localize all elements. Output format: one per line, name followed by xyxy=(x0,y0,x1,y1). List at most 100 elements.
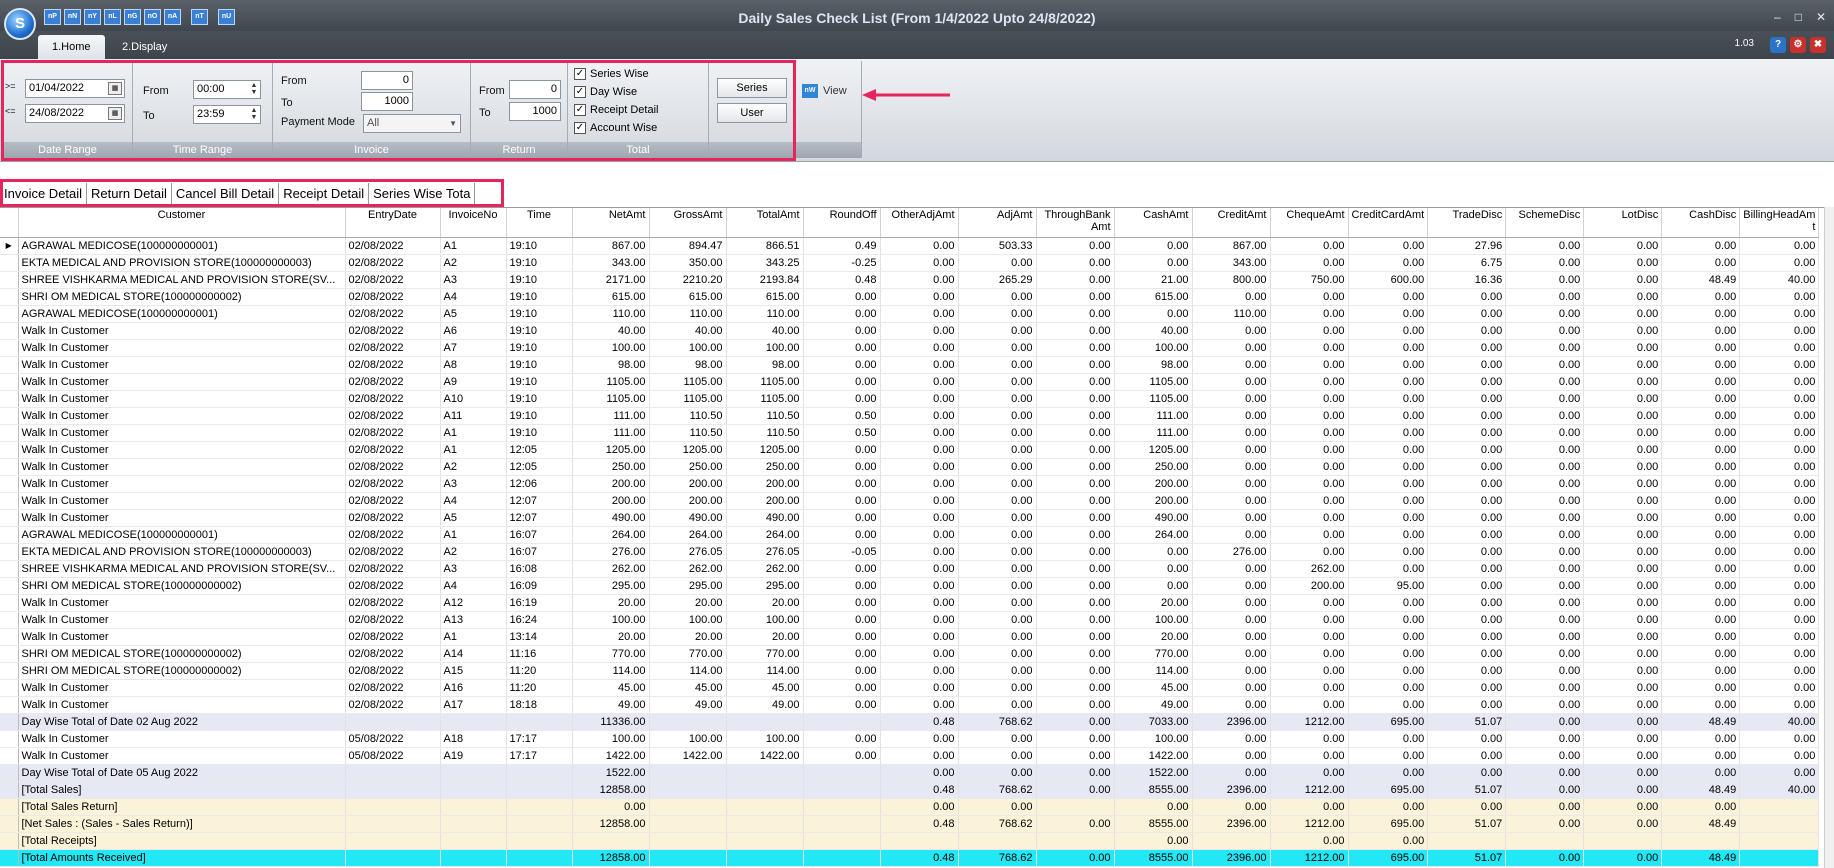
column-header[interactable]: EntryDate xyxy=(345,208,441,238)
column-header[interactable]: ChequeAmt xyxy=(1270,208,1349,238)
tab-display[interactable]: 2.Display xyxy=(108,35,181,59)
column-header[interactable]: SchemeDisc xyxy=(1505,208,1585,238)
table-row[interactable]: SHRI OM MEDICAL STORE(100000000002) 02/08… xyxy=(0,288,1820,306)
column-header[interactable]: CashAmt xyxy=(1114,208,1193,238)
row-indicator[interactable] xyxy=(0,458,19,476)
row-indicator[interactable] xyxy=(0,815,19,833)
row-indicator[interactable] xyxy=(0,543,19,561)
column-header[interactable]: CashDisc xyxy=(1661,208,1741,238)
date-to-field[interactable]: 24/08/2022 ▦ xyxy=(25,104,125,123)
total-row[interactable]: [Net Sales : (Sales - Sales Return)] 1285… xyxy=(0,815,1820,833)
table-row[interactable]: Walk In Customer 02/08/2022 A7 19:10 100.00 1… xyxy=(0,339,1820,357)
row-indicator[interactable] xyxy=(0,492,19,510)
row-indicator[interactable] xyxy=(0,305,19,323)
checkbox-account-wise[interactable]: ✓ Account Wise xyxy=(574,121,657,135)
spinner-icon[interactable]: ▲ ▼ xyxy=(249,82,259,97)
grid-tab-0[interactable]: Invoice Detail xyxy=(0,183,88,205)
row-indicator[interactable] xyxy=(0,628,19,646)
row-indicator[interactable]: ▶ xyxy=(0,237,19,255)
table-row[interactable]: Walk In Customer 02/08/2022 A2 12:05 250.00 2… xyxy=(0,458,1820,476)
table-row[interactable]: AGRAWAL MEDICOSE(100000000001) 02/08/2022… xyxy=(0,526,1820,544)
row-indicator[interactable] xyxy=(0,781,19,799)
checkbox-day-wise[interactable]: ✓ Day Wise xyxy=(574,85,637,99)
table-row[interactable]: AGRAWAL MEDICOSE(100000000001) 02/08/2022… xyxy=(0,305,1820,323)
grid-tab-4[interactable]: Series Wise Tota xyxy=(369,183,476,205)
column-header[interactable]: Customer xyxy=(18,208,346,238)
table-row[interactable]: Walk In Customer 02/08/2022 A3 12:06 200.00 2… xyxy=(0,475,1820,493)
table-row[interactable]: Walk In Customer 02/08/2022 A1 13:14 20.00 20… xyxy=(0,628,1820,646)
user-button[interactable]: User xyxy=(717,103,787,123)
invoice-from-field[interactable]: 0 xyxy=(361,71,413,90)
table-row[interactable]: Walk In Customer 02/08/2022 A12 16:19 20.00 2… xyxy=(0,594,1820,612)
payment-mode-select[interactable]: All ▼ xyxy=(363,114,461,133)
row-indicator[interactable] xyxy=(0,322,19,340)
row-indicator[interactable] xyxy=(0,645,19,663)
column-header[interactable]: NetAmt xyxy=(572,208,650,238)
row-indicator[interactable] xyxy=(0,713,19,731)
grid-tab-3[interactable]: Receipt Detail xyxy=(279,183,370,205)
table-row[interactable]: Walk In Customer 02/08/2022 A5 12:07 490.00 4… xyxy=(0,509,1820,527)
table-row[interactable]: Walk In Customer 02/08/2022 A10 19:10 1105.0… xyxy=(0,390,1820,408)
return-from-field[interactable]: 0 xyxy=(509,80,561,99)
table-row[interactable]: ▶ AGRAWAL MEDICOSE(100000000001) 02/08/202… xyxy=(0,237,1820,255)
invoice-to-field[interactable]: 1000 xyxy=(361,92,413,111)
table-row[interactable]: Walk In Customer 02/08/2022 A1 19:10 111.00 1… xyxy=(0,424,1820,442)
grand-total-row[interactable]: [Total Amounts Received] 12858.00 0.48 768.… xyxy=(0,849,1820,867)
total-row[interactable]: Day Wise Total of Date 05 Aug 2022 1522.0… xyxy=(0,764,1820,782)
row-indicator[interactable] xyxy=(0,679,19,697)
row-indicator[interactable] xyxy=(0,424,19,442)
exit-icon[interactable]: ✖ xyxy=(1810,37,1826,53)
row-indicator[interactable] xyxy=(0,730,19,748)
table-row[interactable]: Walk In Customer 02/08/2022 A6 19:10 40.00 40… xyxy=(0,322,1820,340)
total-row[interactable]: [Total Receipts] 0.00 0.00 0.00 xyxy=(0,832,1820,850)
time-from-field[interactable]: 00:00 ▲ ▼ xyxy=(193,80,261,99)
vertical-scrollbar[interactable] xyxy=(1824,207,1834,868)
table-row[interactable]: SHRI OM MEDICAL STORE(100000000002) 02/08… xyxy=(0,645,1820,663)
row-indicator[interactable] xyxy=(0,611,19,629)
column-header[interactable]: InvoiceNo xyxy=(440,208,507,238)
app-logo[interactable]: S xyxy=(4,8,36,40)
row-indicator[interactable] xyxy=(0,271,19,289)
close-button[interactable]: ✕ xyxy=(1816,10,1826,24)
row-indicator[interactable] xyxy=(0,696,19,714)
column-header[interactable]: TotalAmt xyxy=(726,208,804,238)
table-row[interactable]: SHREE VISHKARMA MEDICAL AND PROVISION ST… xyxy=(0,560,1820,578)
column-header[interactable]: BillingHeadAm t xyxy=(1739,208,1820,238)
row-indicator[interactable] xyxy=(0,390,19,408)
table-row[interactable]: Walk In Customer 02/08/2022 A16 11:20 45.00 4… xyxy=(0,679,1820,697)
row-indicator[interactable] xyxy=(0,526,19,544)
settings-icon[interactable]: ⚙ xyxy=(1790,37,1806,53)
time-to-field[interactable]: 23:59 ▲ ▼ xyxy=(193,105,261,124)
column-header[interactable]: GrossAmt xyxy=(649,208,727,238)
column-header[interactable]: TradeDisc xyxy=(1427,208,1507,238)
calendar-icon[interactable]: ▦ xyxy=(108,107,122,120)
row-indicator[interactable] xyxy=(0,356,19,374)
row-indicator[interactable] xyxy=(0,764,19,782)
table-row[interactable]: SHRI OM MEDICAL STORE(100000000002) 02/08… xyxy=(0,662,1820,680)
minimize-button[interactable]: – xyxy=(1774,10,1781,24)
column-header[interactable]: CreditCardAmt xyxy=(1348,208,1429,238)
row-indicator[interactable] xyxy=(0,373,19,391)
table-row[interactable]: Walk In Customer 02/08/2022 A11 19:10 111.00… xyxy=(0,407,1820,425)
column-header[interactable]: OtherAdjAmt xyxy=(880,208,959,238)
column-header[interactable]: AdjAmt xyxy=(958,208,1037,238)
return-to-field[interactable]: 1000 xyxy=(509,102,561,121)
row-indicator[interactable] xyxy=(0,254,19,272)
table-row[interactable]: Walk In Customer 02/08/2022 A8 19:10 98.00 98… xyxy=(0,356,1820,374)
row-indicator[interactable] xyxy=(0,288,19,306)
calendar-icon[interactable]: ▦ xyxy=(108,82,122,95)
table-row[interactable]: Walk In Customer 02/08/2022 A1 12:05 1205.00… xyxy=(0,441,1820,459)
row-indicator[interactable] xyxy=(0,577,19,595)
row-indicator[interactable] xyxy=(0,594,19,612)
view-button[interactable]: nW View xyxy=(802,84,847,98)
checkbox-receipt-detail[interactable]: ✓ Receipt Detail xyxy=(574,103,658,117)
date-from-field[interactable]: 01/04/2022 ▦ xyxy=(25,79,125,98)
row-indicator[interactable] xyxy=(0,441,19,459)
column-header[interactable]: ThroughBank Amt xyxy=(1036,208,1115,238)
table-row[interactable]: SHRI OM MEDICAL STORE(100000000002) 02/08… xyxy=(0,577,1820,595)
row-indicator[interactable] xyxy=(0,832,19,850)
table-row[interactable]: Walk In Customer 05/08/2022 A19 17:17 1422.0… xyxy=(0,747,1820,765)
column-header[interactable]: RoundOff xyxy=(803,208,881,238)
total-row[interactable]: [Total Sales Return] 0.00 0.00 0.00 0.00 0.00… xyxy=(0,798,1820,816)
total-row[interactable]: Day Wise Total of Date 02 Aug 2022 11336.… xyxy=(0,713,1820,731)
